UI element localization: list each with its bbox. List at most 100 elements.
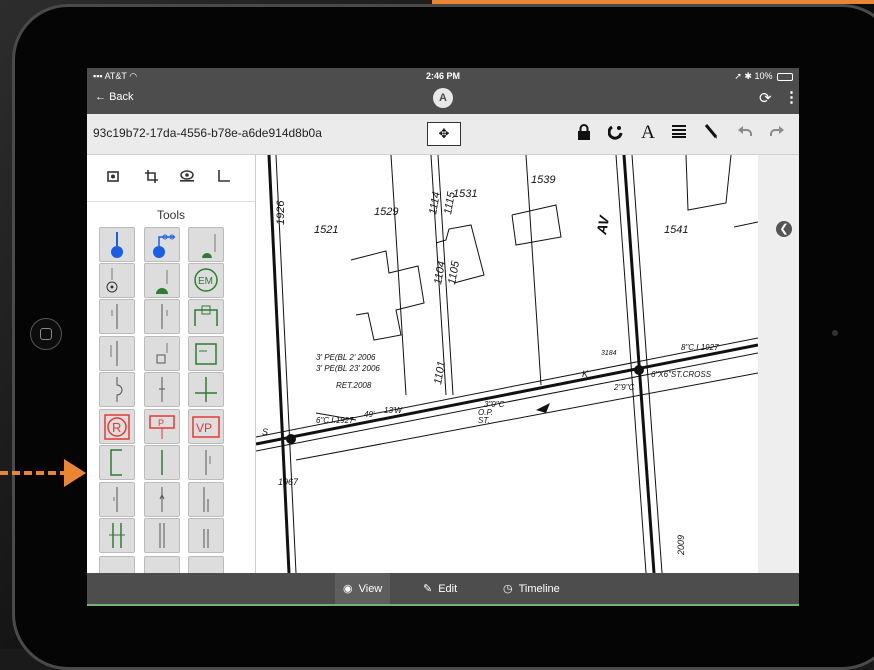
back-label: Back [109, 91, 134, 103]
undo-icon[interactable] [735, 124, 755, 143]
map-label-ret2008: RET.2008 [336, 381, 372, 390]
c-tool[interactable] [99, 482, 135, 517]
tab-edit[interactable]: ✎ Edit [415, 573, 465, 606]
map-label-1539: 1539 [531, 174, 555, 186]
eye-icon[interactable] [177, 170, 197, 185]
utility-map-drawing[interactable]: 1521 1529 1531 1539 1541 1114 1115 1104 … [256, 155, 758, 573]
p-tool[interactable]: P [144, 409, 180, 444]
camera-icon[interactable] [103, 170, 123, 185]
ns-tool[interactable] [99, 263, 135, 298]
map-canvas[interactable]: 1521 1529 1531 1539 1541 1114 1115 1104 … [256, 155, 758, 573]
home-button-icon [30, 318, 62, 350]
map-label-k: K [582, 369, 589, 379]
location-icon: ➚ [734, 71, 745, 81]
map-label-ci-1927: 6"C.I.1927 [316, 416, 354, 425]
em-tool[interactable]: EM [188, 263, 224, 298]
map-label-1114: 1114 [427, 191, 443, 216]
svg-text:VP: VP [196, 421, 212, 435]
text-icon[interactable]: A [638, 122, 658, 144]
tools-panel-header [87, 155, 255, 202]
crop-icon[interactable] [141, 170, 161, 186]
bluetooth-icon: ✱ [744, 71, 755, 81]
map-label-49: 49' [364, 410, 375, 419]
map-label-1529: 1529 [374, 206, 398, 218]
of-tool[interactable] [188, 336, 224, 371]
status-time: 2:46 PM [425, 71, 460, 81]
back-button[interactable]: ← Back [95, 91, 134, 103]
tab-edit-label: Edit [438, 583, 458, 595]
battery-icon [777, 72, 793, 81]
document-toolbar: 93c19b72-17da-4556-b78e-a6de914d8b0a ✥ A [87, 114, 799, 155]
map-label-op: O.P. [478, 408, 493, 417]
clock-icon: ◷ [503, 583, 513, 595]
lines-icon[interactable] [669, 124, 689, 143]
tab-view-label: View [358, 583, 383, 595]
blue-valve-tool[interactable] [99, 227, 135, 262]
bracket-tool[interactable] [99, 445, 135, 480]
lock-icon[interactable] [574, 124, 594, 145]
map-label-s: S [262, 427, 268, 437]
eye-icon: ◉ [343, 583, 353, 595]
map-label-1926: 1926 [275, 200, 287, 225]
map-label-1967: 1967 [278, 477, 299, 487]
collapse-icon[interactable]: ❮ [776, 221, 792, 237]
status-bar: ▪▪▪ AT&T ◠ 2:46 PM ➚ ✱ 10% [87, 68, 799, 84]
tab-timeline-label: Timeline [518, 583, 560, 595]
ama-tool[interactable] [99, 336, 135, 371]
move-icon[interactable]: ✥ [427, 122, 461, 146]
svg-text:P: P [158, 418, 164, 428]
ph-tool[interactable] [144, 518, 180, 553]
map-label-13w: 13'W [384, 406, 403, 415]
map-label-1101: 1101 [432, 360, 448, 385]
angle-icon[interactable] [213, 170, 233, 186]
map-label-1521: 1521 [314, 224, 338, 236]
nav-bar: ← Back A ⟳ ⋮ [87, 84, 799, 114]
ef-tool[interactable] [188, 482, 224, 517]
vp-tool[interactable]: VP [188, 409, 224, 444]
map-label-pebl-2: 3' PE(BL 2' 2006 [316, 353, 376, 362]
green-cross-tool[interactable] [188, 372, 224, 407]
map-label-av: AV [593, 213, 612, 237]
tools-title: Tools [156, 208, 185, 222]
map-label-2009: 2009 [676, 535, 686, 556]
ll-tool[interactable] [99, 299, 135, 334]
tf-tool[interactable] [144, 299, 180, 334]
re-tool[interactable] [188, 445, 224, 480]
blue-service-tool[interactable] [144, 227, 180, 262]
map-label-ci-1927-right: 8"C.I.1927 [681, 343, 719, 352]
right-gutter: ❮ [758, 155, 799, 573]
app-logo: A [433, 88, 453, 108]
document-id: 93c19b72-17da-4556-b78e-a6de914d8b0a [93, 126, 322, 140]
map-label-3184: 3184 [601, 350, 617, 357]
pm-tool[interactable] [144, 263, 180, 298]
battery-level: 10% [754, 71, 773, 81]
r-tool[interactable]: R [99, 409, 135, 444]
tab-timeline[interactable]: ◷ Timeline [495, 573, 568, 606]
refresh-icon[interactable]: ⟳ [759, 89, 772, 107]
r-pipe-tool[interactable] [188, 518, 224, 553]
bend-tool[interactable] [99, 372, 135, 407]
green-vault-tool[interactable] [188, 299, 224, 334]
edit-icon: ✎ [423, 583, 433, 595]
app-screen: ▪▪▪ AT&T ◠ 2:46 PM ➚ ✱ 10% ← Back A ⟳ ⋮ … [87, 68, 799, 606]
green-line-tool[interactable] [144, 445, 180, 480]
double-line-tool[interactable] [99, 518, 135, 553]
at-tool[interactable] [144, 336, 180, 371]
magnet-icon[interactable] [606, 124, 626, 145]
pen-icon[interactable] [701, 124, 721, 145]
pointer-arrow-icon [64, 459, 86, 487]
tab-view[interactable]: ◉ View [335, 573, 391, 606]
a-tool[interactable] [144, 482, 180, 517]
kebab-menu-icon[interactable]: ⋮ [784, 88, 799, 106]
tee-tool[interactable] [144, 372, 180, 407]
map-label-2-9c: 2"9"C [613, 383, 635, 392]
redo-icon[interactable] [767, 124, 787, 143]
map-label-st: ST. [478, 416, 490, 425]
map-label-1115: 1115 [442, 190, 458, 215]
svg-text:EM: EM [198, 276, 213, 287]
camera-dot-icon [832, 330, 838, 336]
map-label-1541: 1541 [664, 224, 688, 236]
map-label-st-cross: 6"X6"ST.CROSS [651, 370, 712, 379]
bottom-tab-bar: ◉ View ✎ Edit ◷ Timeline [87, 573, 799, 606]
green-meter-tool[interactable] [188, 227, 224, 262]
